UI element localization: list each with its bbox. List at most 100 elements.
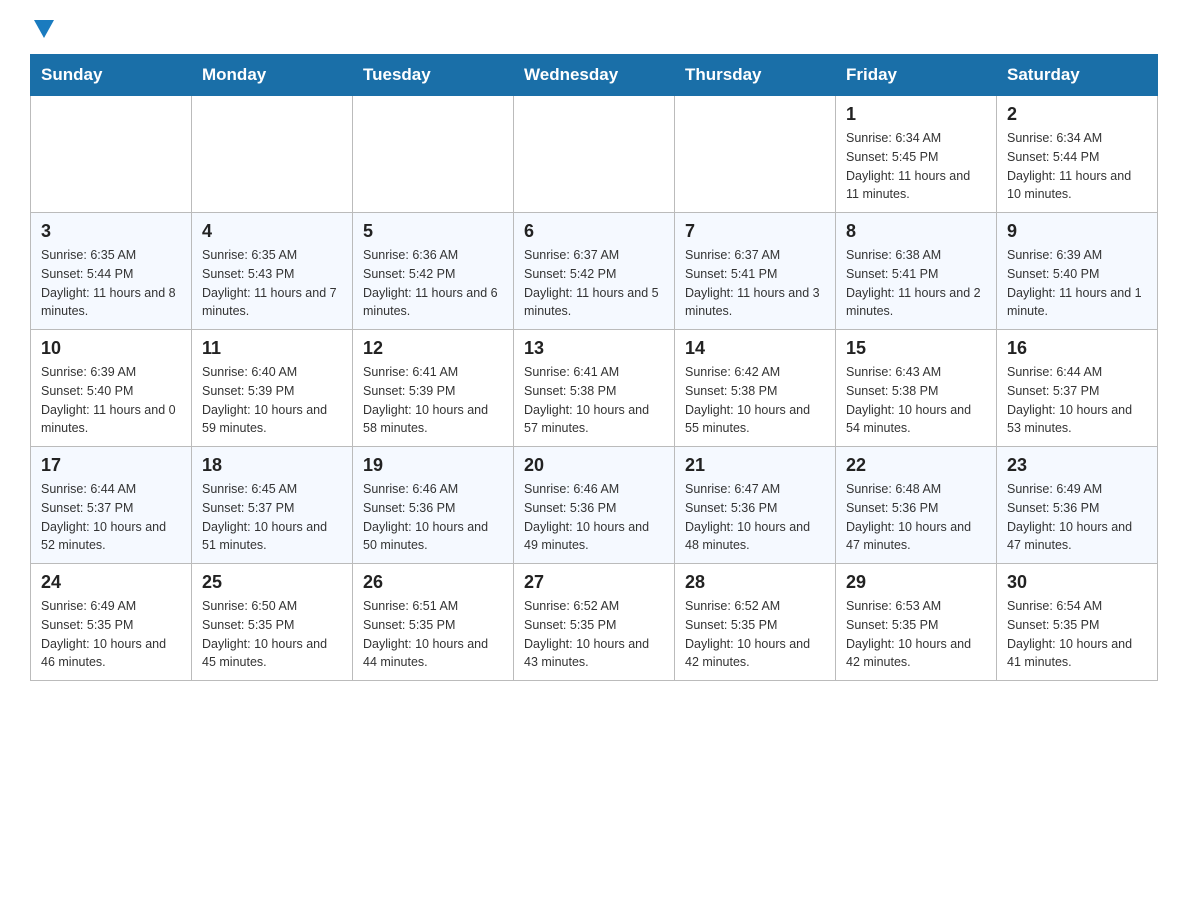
day-info: Sunrise: 6:39 AMSunset: 5:40 PMDaylight:… xyxy=(1007,246,1147,321)
day-info: Sunrise: 6:43 AMSunset: 5:38 PMDaylight:… xyxy=(846,363,986,438)
weekday-header-sunday: Sunday xyxy=(31,55,192,96)
calendar-cell: 2Sunrise: 6:34 AMSunset: 5:44 PMDaylight… xyxy=(997,96,1158,213)
day-number: 20 xyxy=(524,455,664,476)
day-number: 5 xyxy=(363,221,503,242)
day-number: 30 xyxy=(1007,572,1147,593)
day-info: Sunrise: 6:35 AMSunset: 5:43 PMDaylight:… xyxy=(202,246,342,321)
day-info: Sunrise: 6:47 AMSunset: 5:36 PMDaylight:… xyxy=(685,480,825,555)
calendar-cell xyxy=(192,96,353,213)
calendar-cell: 6Sunrise: 6:37 AMSunset: 5:42 PMDaylight… xyxy=(514,213,675,330)
calendar-cell: 19 Sunrise: 6:46 AMSunset: 5:36 PMDayligh… xyxy=(353,447,514,564)
day-number: 27 xyxy=(524,572,664,593)
calendar-cell: 26 Sunrise: 6:51 AMSunset: 5:35 PMDayligh… xyxy=(353,564,514,681)
page-header xyxy=(30,20,1158,38)
day-number: 12 xyxy=(363,338,503,359)
day-number: 17 xyxy=(41,455,181,476)
calendar-week-3: 10 Sunrise: 6:39 AMSunset: 5:40 PMDayligh… xyxy=(31,330,1158,447)
day-number: 1 xyxy=(846,104,986,125)
day-info: Sunrise: 6:36 AMSunset: 5:42 PMDaylight:… xyxy=(363,246,503,321)
weekday-header-tuesday: Tuesday xyxy=(353,55,514,96)
day-number: 18 xyxy=(202,455,342,476)
day-info: Sunrise: 6:44 AMSunset: 5:37 PMDaylight:… xyxy=(41,480,181,555)
logo-triangle-icon xyxy=(34,20,54,38)
calendar-cell: 17 Sunrise: 6:44 AMSunset: 5:37 PMDayligh… xyxy=(31,447,192,564)
calendar-cell: 24 Sunrise: 6:49 AMSunset: 5:35 PMDayligh… xyxy=(31,564,192,681)
weekday-header-friday: Friday xyxy=(836,55,997,96)
day-number: 24 xyxy=(41,572,181,593)
day-info: Sunrise: 6:46 AMSunset: 5:36 PMDaylight:… xyxy=(524,480,664,555)
calendar-cell: 5 Sunrise: 6:36 AMSunset: 5:42 PMDaylight… xyxy=(353,213,514,330)
day-info: Sunrise: 6:42 AMSunset: 5:38 PMDaylight:… xyxy=(685,363,825,438)
day-info: Sunrise: 6:51 AMSunset: 5:35 PMDaylight:… xyxy=(363,597,503,672)
calendar-table: SundayMondayTuesdayWednesdayThursdayFrid… xyxy=(30,54,1158,681)
calendar-cell: 9 Sunrise: 6:39 AMSunset: 5:40 PMDaylight… xyxy=(997,213,1158,330)
calendar-cell xyxy=(675,96,836,213)
day-number: 21 xyxy=(685,455,825,476)
day-info: Sunrise: 6:41 AMSunset: 5:39 PMDaylight:… xyxy=(363,363,503,438)
day-info: Sunrise: 6:48 AMSunset: 5:36 PMDaylight:… xyxy=(846,480,986,555)
calendar-cell: 29 Sunrise: 6:53 AMSunset: 5:35 PMDayligh… xyxy=(836,564,997,681)
weekday-header-wednesday: Wednesday xyxy=(514,55,675,96)
day-info: Sunrise: 6:37 AMSunset: 5:42 PMDaylight:… xyxy=(524,246,664,321)
calendar-week-2: 3 Sunrise: 6:35 AMSunset: 5:44 PMDaylight… xyxy=(31,213,1158,330)
weekday-header-thursday: Thursday xyxy=(675,55,836,96)
day-info: Sunrise: 6:44 AMSunset: 5:37 PMDaylight:… xyxy=(1007,363,1147,438)
day-number: 26 xyxy=(363,572,503,593)
day-info: Sunrise: 6:53 AMSunset: 5:35 PMDaylight:… xyxy=(846,597,986,672)
logo xyxy=(30,20,54,38)
day-number: 14 xyxy=(685,338,825,359)
day-number: 15 xyxy=(846,338,986,359)
calendar-body: 1 Sunrise: 6:34 AMSunset: 5:45 PMDaylight… xyxy=(31,96,1158,681)
day-info: Sunrise: 6:40 AMSunset: 5:39 PMDaylight:… xyxy=(202,363,342,438)
day-number: 19 xyxy=(363,455,503,476)
day-info: Sunrise: 6:46 AMSunset: 5:36 PMDaylight:… xyxy=(363,480,503,555)
calendar-cell: 20 Sunrise: 6:46 AMSunset: 5:36 PMDayligh… xyxy=(514,447,675,564)
calendar-cell: 15 Sunrise: 6:43 AMSunset: 5:38 PMDayligh… xyxy=(836,330,997,447)
day-number: 11 xyxy=(202,338,342,359)
calendar-cell: 10 Sunrise: 6:39 AMSunset: 5:40 PMDayligh… xyxy=(31,330,192,447)
calendar-cell xyxy=(31,96,192,213)
calendar-cell: 25 Sunrise: 6:50 AMSunset: 5:35 PMDayligh… xyxy=(192,564,353,681)
weekday-header-monday: Monday xyxy=(192,55,353,96)
calendar-cell: 27 Sunrise: 6:52 AMSunset: 5:35 PMDayligh… xyxy=(514,564,675,681)
calendar-cell: 8 Sunrise: 6:38 AMSunset: 5:41 PMDaylight… xyxy=(836,213,997,330)
day-number: 10 xyxy=(41,338,181,359)
day-info: Sunrise: 6:38 AMSunset: 5:41 PMDaylight:… xyxy=(846,246,986,321)
day-info: Sunrise: 6:34 AMSunset: 5:45 PMDaylight:… xyxy=(846,129,986,204)
calendar-cell: 16 Sunrise: 6:44 AMSunset: 5:37 PMDayligh… xyxy=(997,330,1158,447)
day-info: Sunrise: 6:35 AMSunset: 5:44 PMDaylight:… xyxy=(41,246,181,321)
day-info: Sunrise: 6:39 AMSunset: 5:40 PMDaylight:… xyxy=(41,363,181,438)
calendar-cell: 22Sunrise: 6:48 AMSunset: 5:36 PMDayligh… xyxy=(836,447,997,564)
day-number: 8 xyxy=(846,221,986,242)
calendar-cell: 30 Sunrise: 6:54 AMSunset: 5:35 PMDayligh… xyxy=(997,564,1158,681)
calendar-cell: 1 Sunrise: 6:34 AMSunset: 5:45 PMDaylight… xyxy=(836,96,997,213)
day-number: 25 xyxy=(202,572,342,593)
day-info: Sunrise: 6:49 AMSunset: 5:36 PMDaylight:… xyxy=(1007,480,1147,555)
day-info: Sunrise: 6:50 AMSunset: 5:35 PMDaylight:… xyxy=(202,597,342,672)
day-info: Sunrise: 6:45 AMSunset: 5:37 PMDaylight:… xyxy=(202,480,342,555)
day-info: Sunrise: 6:52 AMSunset: 5:35 PMDaylight:… xyxy=(524,597,664,672)
day-number: 16 xyxy=(1007,338,1147,359)
day-info: Sunrise: 6:52 AMSunset: 5:35 PMDaylight:… xyxy=(685,597,825,672)
weekday-header-saturday: Saturday xyxy=(997,55,1158,96)
day-number: 7 xyxy=(685,221,825,242)
calendar-week-1: 1 Sunrise: 6:34 AMSunset: 5:45 PMDaylight… xyxy=(31,96,1158,213)
day-number: 9 xyxy=(1007,221,1147,242)
calendar-cell: 7Sunrise: 6:37 AMSunset: 5:41 PMDaylight… xyxy=(675,213,836,330)
day-number: 23 xyxy=(1007,455,1147,476)
calendar-cell: 18 Sunrise: 6:45 AMSunset: 5:37 PMDayligh… xyxy=(192,447,353,564)
calendar-cell xyxy=(514,96,675,213)
day-info: Sunrise: 6:54 AMSunset: 5:35 PMDaylight:… xyxy=(1007,597,1147,672)
day-number: 29 xyxy=(846,572,986,593)
calendar-cell: 21 Sunrise: 6:47 AMSunset: 5:36 PMDayligh… xyxy=(675,447,836,564)
day-number: 13 xyxy=(524,338,664,359)
calendar-week-5: 24 Sunrise: 6:49 AMSunset: 5:35 PMDayligh… xyxy=(31,564,1158,681)
calendar-cell: 12 Sunrise: 6:41 AMSunset: 5:39 PMDayligh… xyxy=(353,330,514,447)
calendar-cell: 13Sunrise: 6:41 AMSunset: 5:38 PMDayligh… xyxy=(514,330,675,447)
day-number: 3 xyxy=(41,221,181,242)
day-number: 28 xyxy=(685,572,825,593)
day-info: Sunrise: 6:49 AMSunset: 5:35 PMDaylight:… xyxy=(41,597,181,672)
calendar-cell: 23 Sunrise: 6:49 AMSunset: 5:36 PMDayligh… xyxy=(997,447,1158,564)
calendar-cell xyxy=(353,96,514,213)
calendar-week-4: 17 Sunrise: 6:44 AMSunset: 5:37 PMDayligh… xyxy=(31,447,1158,564)
